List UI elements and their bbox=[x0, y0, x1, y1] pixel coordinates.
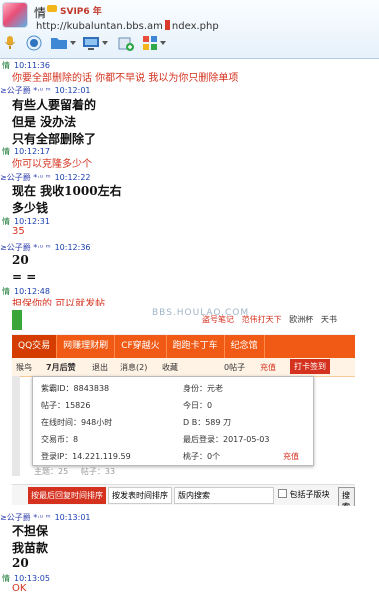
add-app-button[interactable] bbox=[118, 34, 134, 52]
top-link[interactable]: 盗号笔记 bbox=[202, 315, 234, 324]
nav-item[interactable]: 纪念馆 bbox=[225, 335, 265, 358]
top-link[interactable]: 欧洲杯 bbox=[289, 315, 313, 324]
recharge-link[interactable]: 充值 bbox=[283, 451, 299, 462]
info-field: 交易币：8 bbox=[41, 435, 79, 444]
message-header: ≥公子爵 *·ᵘ ᵐ 10:12:36 bbox=[0, 243, 91, 252]
contact-name: 情 bbox=[34, 6, 47, 20]
message-text: OK bbox=[12, 583, 27, 594]
nav-item[interactable]: 跑跑卡丁车 bbox=[167, 335, 225, 358]
flag-icon bbox=[164, 20, 170, 30]
camera-button[interactable] bbox=[26, 34, 42, 52]
mic-button[interactable] bbox=[4, 34, 16, 52]
info-field: 身份：元老 bbox=[183, 384, 223, 393]
side-thumbs bbox=[12, 376, 20, 476]
logout-link[interactable]: 退出 bbox=[92, 362, 108, 373]
message-text: 我苗款 bbox=[12, 541, 49, 555]
message-header: 情 10:12:31 bbox=[2, 217, 50, 226]
info-field: 在线时间：948小时 bbox=[41, 418, 113, 427]
message-header: ≥公子爵 *·ᵘ ᵐ 10:12:01 bbox=[0, 86, 91, 95]
message-text: 现在 我收1000左右 bbox=[12, 184, 122, 198]
signature-url[interactable]: http://kubaluntan.bbs.am ndex.php bbox=[36, 20, 219, 32]
chevron-down-icon bbox=[102, 41, 108, 45]
message-text: 多少钱 bbox=[12, 201, 49, 215]
user-name[interactable]: 猴鸟 bbox=[16, 362, 32, 373]
message-text: 你可以克隆多少个 bbox=[12, 159, 92, 170]
chevron-down-icon bbox=[160, 41, 166, 45]
message-text: = = bbox=[12, 270, 37, 284]
info-field: 最后登录：2017-05-03 bbox=[183, 435, 270, 444]
info-field: 帖子：15826 bbox=[41, 401, 91, 410]
info-field: 紫霸ID：8843838 bbox=[41, 384, 110, 393]
shared-screenshot-image[interactable]: BBS.HOULAO.COM 盗号笔记 范伟打天下 欧洲杯 天书 QQ交易 网赚… bbox=[12, 306, 355, 506]
site-nav: QQ交易 网赚理财刷 CF穿越火 跑跑卡丁车 纪念馆 bbox=[12, 335, 355, 358]
forum-search-input[interactable]: 版内搜索 bbox=[174, 487, 274, 504]
screen-icon bbox=[83, 37, 99, 50]
chat-toolbar bbox=[2, 34, 377, 54]
checkin-button[interactable]: 打卡签到 bbox=[290, 359, 330, 374]
chat-window-header: 情 SVIP6 年 http://kubaluntan.bbs.am ndex.p… bbox=[0, 0, 379, 59]
message-text: 不担保 bbox=[12, 524, 49, 538]
search-button[interactable]: 搜索 bbox=[338, 487, 355, 506]
send-file-button[interactable] bbox=[50, 34, 76, 52]
nav-item[interactable]: 网赚理财刷 bbox=[57, 335, 116, 358]
messages-link[interactable]: 消息(2) bbox=[120, 362, 147, 373]
message-text: 20 bbox=[12, 556, 29, 570]
info-field: 桃子：0个 bbox=[183, 452, 221, 461]
subforum-checkbox[interactable]: 包括子版块 bbox=[278, 489, 330, 500]
camera-icon bbox=[26, 35, 42, 51]
forum-stats: 主题：25 帖子：33 bbox=[34, 467, 116, 476]
top-link[interactable]: 范伟打天下 bbox=[242, 315, 282, 324]
apps-grid-icon bbox=[143, 36, 157, 50]
site-logo bbox=[12, 310, 22, 330]
folder-icon bbox=[51, 38, 67, 49]
nav-item[interactable]: CF穿越火 bbox=[115, 335, 167, 358]
site-top-strip: BBS.HOULAO.COM 盗号笔记 范伟打天下 欧洲杯 天书 bbox=[12, 306, 355, 335]
apps-button[interactable] bbox=[142, 34, 166, 52]
user-bar: 猴鸟 7月后赞 退出 消息(2) 收藏 0帖子 充值 打卡签到 bbox=[12, 358, 355, 377]
chevron-down-icon bbox=[70, 41, 76, 45]
message-text: 但是 没办法 bbox=[12, 115, 77, 129]
message-text: 有些人要留着的 bbox=[12, 98, 97, 112]
message-text: 20 bbox=[12, 253, 29, 267]
recharge-link[interactable]: 充值 bbox=[260, 362, 276, 373]
nav-item[interactable]: QQ交易 bbox=[12, 335, 58, 358]
remote-desktop-button[interactable] bbox=[82, 34, 108, 52]
top-links: 盗号笔记 范伟打天下 欧洲杯 天书 bbox=[202, 314, 337, 325]
user-level[interactable]: 7月后赞 bbox=[46, 362, 76, 373]
message-text: 你要全部删除的话 你都不早说 我以为你只删除单项 bbox=[12, 73, 239, 84]
info-field: 今日：0 bbox=[183, 401, 213, 410]
avatar[interactable] bbox=[2, 2, 28, 28]
sort-reply-button[interactable]: 按最后回复时间排序 bbox=[28, 487, 106, 504]
vip-badge: SVIP6 年 bbox=[60, 7, 102, 17]
user-info-popup: 紫霸ID：8843838 帖子：15826 在线时间：948小时 交易币：8 登… bbox=[32, 376, 314, 466]
info-field: 登录IP：14.221.119.59 bbox=[41, 452, 131, 461]
top-link[interactable]: 天书 bbox=[321, 315, 337, 324]
message-text: 只有全部删除了 bbox=[12, 132, 97, 146]
sort-bar: 按最后回复时间排序 按发表时间排序 版内搜索 包括子版块 搜索 bbox=[12, 484, 355, 506]
message-text: 35 bbox=[12, 226, 25, 237]
sort-post-button[interactable]: 按发表时间排序 bbox=[108, 487, 172, 504]
checkbox-icon bbox=[278, 489, 287, 498]
favorites-link[interactable]: 收藏 bbox=[162, 362, 178, 373]
mic-icon bbox=[5, 36, 15, 49]
info-field: D B：589 刀 bbox=[183, 418, 232, 427]
add-app-icon bbox=[118, 37, 134, 51]
posts-link[interactable]: 0帖子 bbox=[224, 362, 245, 373]
